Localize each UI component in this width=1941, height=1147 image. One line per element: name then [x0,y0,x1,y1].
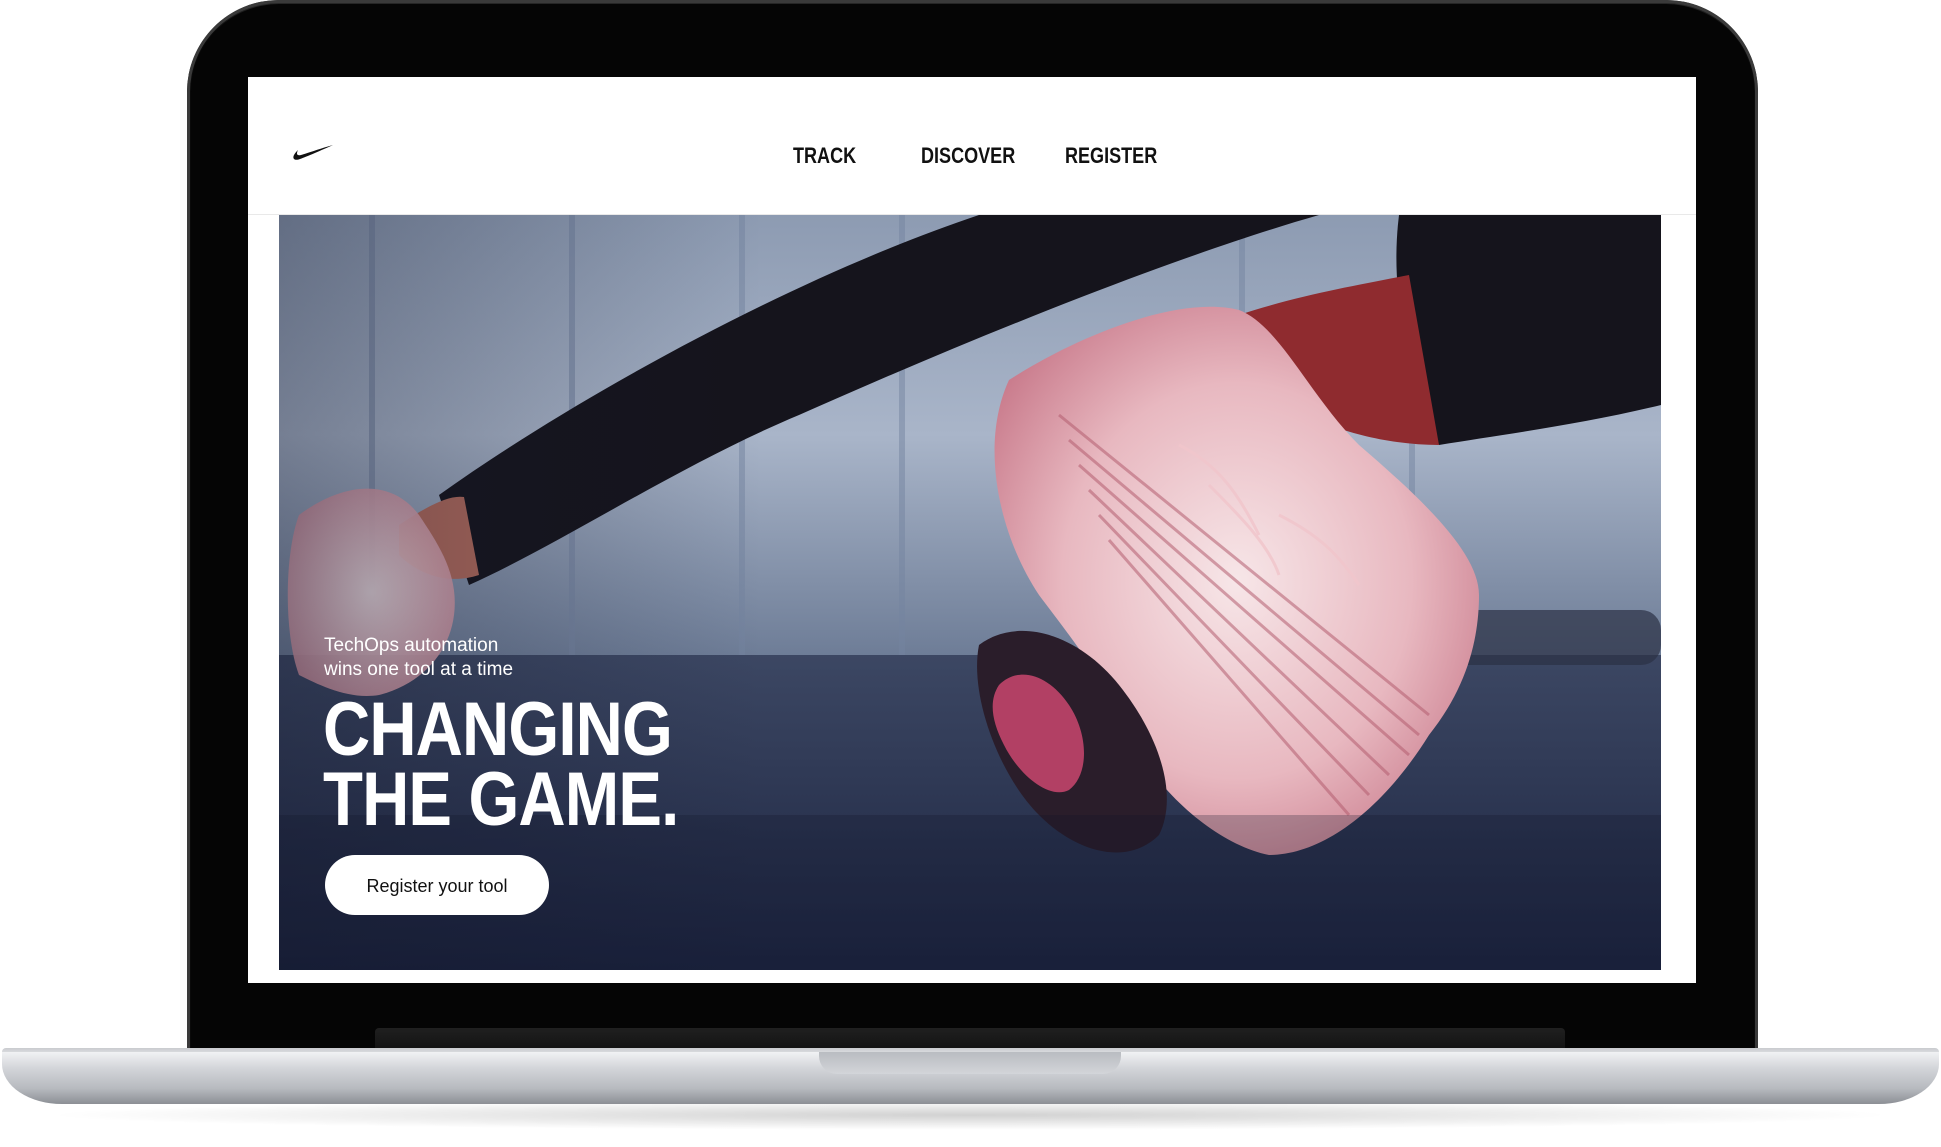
laptop-screen: TRACK DISCOVER REGISTER TechOps automati… [248,77,1696,983]
hero-subtitle-line-2: wins one tool at a time [324,659,514,680]
site-header: TRACK DISCOVER REGISTER [248,77,1696,215]
hero-subtitle: TechOps automation wins one tool at a ti… [324,634,513,682]
nav-register[interactable]: REGISTER [1065,143,1157,169]
hero-banner: TechOps automation wins one tool at a ti… [279,215,1661,970]
nav-track[interactable]: TRACK [793,143,856,169]
laptop-lid-notch [819,1052,1121,1074]
hero-headline: CHANGING THE GAME. [323,687,679,842]
laptop-mockup: TRACK DISCOVER REGISTER TechOps automati… [0,0,1941,1147]
register-tool-button[interactable]: Register your tool [325,855,549,915]
laptop-shadow [40,1100,1900,1130]
hero-headline-line-1: CHANGING [323,687,673,772]
swoosh-logo-icon[interactable] [292,143,334,163]
hero-subtitle-line-1: TechOps automation [324,635,499,656]
nav-discover[interactable]: DISCOVER [921,143,1015,169]
hero-headline-line-2: THE GAME. [323,757,679,842]
